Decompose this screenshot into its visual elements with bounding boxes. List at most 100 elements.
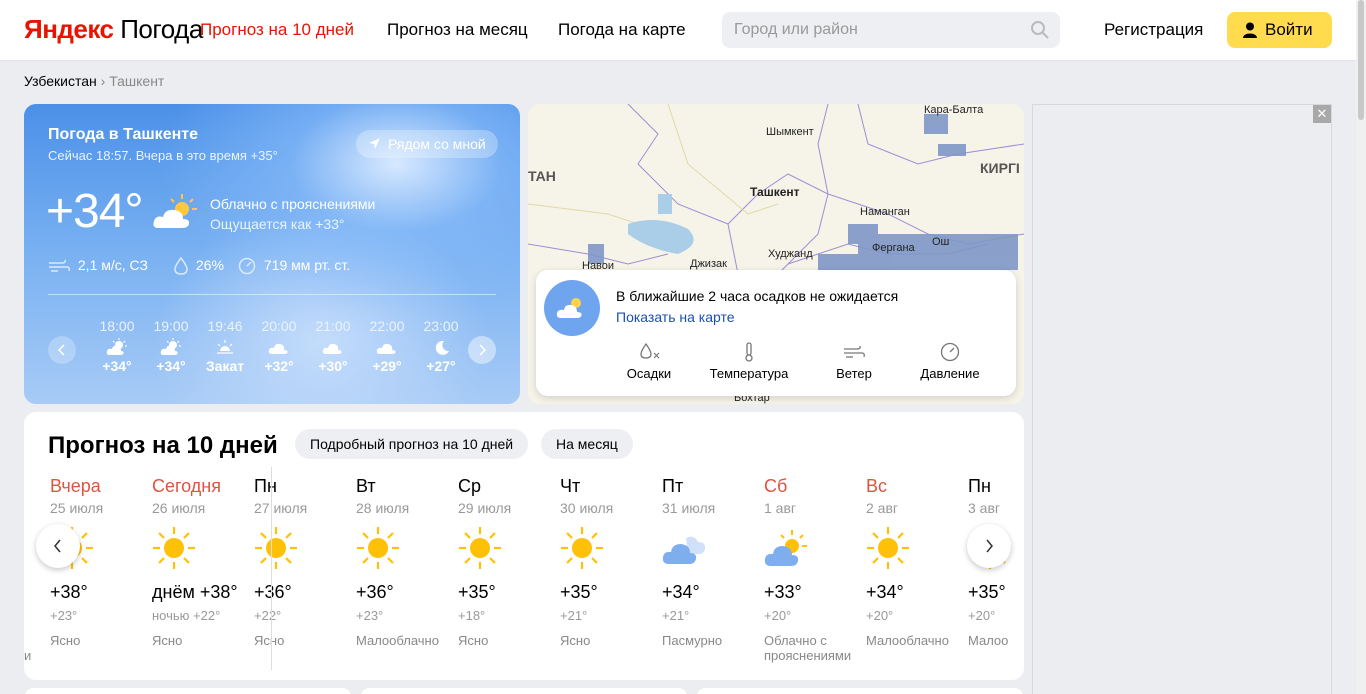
map-tab-wind[interactable]: Ветер: [822, 342, 886, 381]
wind-icon: [844, 345, 865, 358]
precip-cloud-badge: [544, 280, 600, 336]
chevron-left-icon: [57, 344, 65, 356]
register-link[interactable]: Регистрация: [1104, 20, 1203, 40]
day-condition: Пасмурно: [662, 633, 723, 648]
map-tab-pressure[interactable]: Давление: [912, 342, 988, 381]
day-name: Вчера: [50, 476, 101, 496]
bottom-card: [360, 688, 688, 694]
forecast-day[interactable]: Сб 1 авг +33° +20° Облачно с прояснениями: [762, 468, 864, 668]
day-name: Вт: [356, 476, 376, 496]
sun-icon: [354, 524, 402, 577]
day-low-temp: +21°: [560, 608, 588, 623]
month-forecast-button[interactable]: На месяц: [541, 429, 633, 459]
sun-icon: [150, 524, 198, 577]
logo[interactable]: Яндекс Погода: [24, 14, 203, 45]
cloud-icon: [322, 343, 342, 354]
current-title: Погода в Ташкенте: [48, 126, 198, 143]
humidity-drop-icon: [174, 257, 188, 276]
scrollbar-thumb[interactable]: [1358, 0, 1364, 120]
day-date: 27 июля: [254, 500, 308, 516]
day-date: 2 авг: [866, 500, 899, 516]
day-low-temp: ночью +22°: [152, 608, 221, 623]
sun-cloud-icon: [762, 524, 810, 577]
feels-like: Ощущается как +33°: [210, 216, 345, 232]
day-name: Пт: [662, 476, 684, 496]
hour-item: 20:00 +32°: [261, 318, 297, 374]
current-condition: Облачно с прояснениями: [210, 196, 376, 212]
day-condition: Малооблачно: [356, 633, 439, 648]
current-weather-card: Погода в Ташкенте Сейчас 18:57. Вчера в …: [24, 104, 520, 404]
day-name: Пн: [254, 476, 277, 496]
day-name: Сб: [764, 476, 788, 496]
ad-close-button[interactable]: ✕: [1313, 105, 1331, 123]
forecast-day[interactable]: Пт 31 июля +34° +21° Пасмурно: [660, 468, 762, 668]
day-high-temp: +36°: [356, 582, 394, 602]
day-low-temp: +20°: [764, 608, 792, 623]
breadcrumb-separator: ›: [100, 73, 106, 89]
detailed-forecast-button[interactable]: Подробный прогноз на 10 дней: [295, 429, 529, 459]
show-on-map-link[interactable]: Показать на карте: [616, 309, 735, 325]
breadcrumb-country[interactable]: Узбекистан: [24, 73, 97, 89]
forecast-day[interactable]: Вт 28 июля +36° +23° Малооблачно: [354, 468, 456, 668]
map-label-kara-balta: Кара-Балта: [924, 104, 984, 116]
search-icon[interactable]: [1030, 20, 1050, 40]
bottom-card: [696, 688, 1024, 694]
sun-cloud-icon: [556, 298, 582, 318]
day-high-temp: +38°: [50, 582, 88, 602]
day-condition: Малооблачно: [866, 633, 949, 648]
search-input[interactable]: Город или район: [722, 12, 1060, 48]
forecast-day[interactable]: Вчера 25 июля +38° +23° Ясно: [48, 468, 150, 668]
forecast-prev-button[interactable]: [36, 524, 80, 568]
forecast-day[interactable]: Ср 29 июля +35° +18° Ясно: [456, 468, 558, 668]
sun-icon: [864, 524, 912, 577]
forecast-10-days: Прогноз на 10 дней Подробный прогноз на …: [24, 412, 1024, 680]
current-subtitle: Сейчас 18:57. Вчера в это время +35°: [48, 148, 278, 163]
hour-item: 21:00 +30°: [315, 318, 351, 374]
day-high-temp: +35°: [560, 582, 598, 602]
day-name: Пн: [968, 476, 991, 496]
pressure-gauge-icon: [238, 258, 256, 275]
forecast-day[interactable]: Вс 2 авг +34° +20° Малооблачно: [864, 468, 966, 668]
cloud-icon: [660, 524, 708, 577]
map-label-region-right: КИРГІ: [980, 160, 1020, 176]
map-card[interactable]: Кара-Балта Шымкент Ташкент Наманган Ферг…: [528, 104, 1024, 404]
user-icon: [1243, 22, 1257, 38]
forecast-day[interactable]: Сегодня 26 июля днём +38° ночью +22° Ясно: [150, 468, 252, 668]
pressure-gauge-icon: [940, 342, 960, 362]
day-high-temp: +34°: [662, 582, 700, 602]
map-tab-temperature[interactable]: Температура: [704, 342, 794, 381]
map-label-khujand: Худжанд: [768, 248, 813, 260]
nav-10-days[interactable]: Прогноз на 10 дней: [200, 20, 354, 40]
today-divider: [271, 467, 272, 670]
day-condition: Малоо: [968, 633, 1009, 648]
forecast-day[interactable]: Пн 27 июля +36° +22° Ясно: [252, 468, 354, 668]
hours-next-button[interactable]: [468, 336, 496, 364]
hour-item: 23:00 +27°: [423, 318, 459, 374]
breadcrumb: Узбекистан › Ташкент: [24, 73, 164, 89]
day-low-temp: +23°: [356, 608, 384, 623]
precipitation-panel: В ближайшие 2 часа осадков не ожидается …: [536, 270, 1016, 396]
day-name: Сегодня: [152, 476, 221, 496]
precipitation-message: В ближайшие 2 часа осадков не ожидается: [616, 288, 899, 304]
map-label-region-left: ТАН: [528, 168, 556, 184]
nav-month[interactable]: Прогноз на месяц: [387, 20, 528, 40]
forecast-day[interactable]: Чт 30 июля +35° +21° Ясно: [558, 468, 660, 668]
divider: [48, 294, 496, 295]
forecast-next-button[interactable]: [967, 524, 1011, 568]
location-arrow-icon: [369, 138, 380, 149]
day-condition: Ясно: [152, 633, 183, 648]
near-me-button[interactable]: Рядом со мной: [356, 130, 498, 158]
hours-prev-button[interactable]: [48, 336, 76, 364]
forecast-day[interactable]: Пн 3 авг +35° +20° Малоо: [966, 468, 1024, 668]
page-scrollbar[interactable]: [1356, 0, 1366, 694]
hour-item: 19:00 +34°: [153, 318, 189, 374]
day-low-temp: +18°: [458, 608, 486, 623]
map-tab-precipitation[interactable]: Осадки: [614, 342, 684, 381]
wind-info: 2,1 м/с, СЗ: [48, 257, 148, 274]
day-date: 31 июля: [662, 500, 716, 516]
nav-map[interactable]: Погода на карте: [558, 20, 686, 40]
map-label-osh: Ош: [932, 236, 950, 248]
map-label-namangan: Наманган: [860, 206, 910, 218]
cloud-icon: [376, 343, 396, 354]
login-button[interactable]: Войти: [1227, 12, 1332, 48]
